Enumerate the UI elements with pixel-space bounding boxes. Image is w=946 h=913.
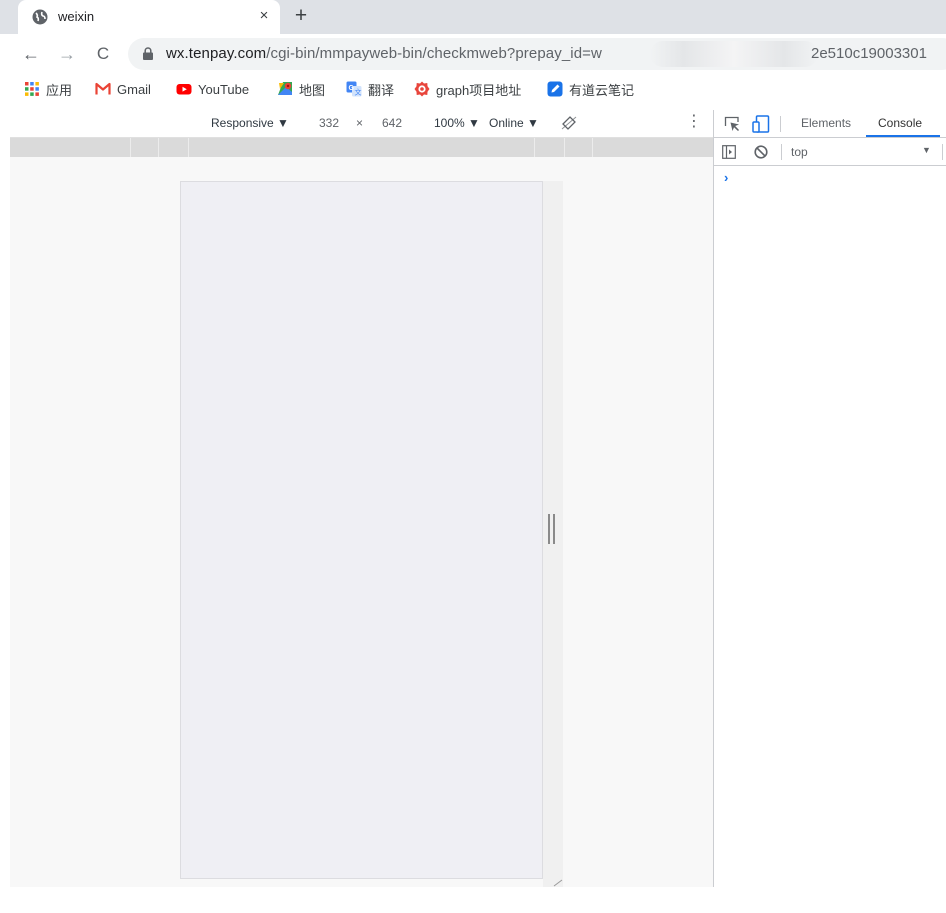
reload-button[interactable]: C	[92, 42, 114, 66]
rotate-icon[interactable]	[561, 115, 577, 131]
lock-icon[interactable]	[142, 47, 154, 60]
resize-handle[interactable]	[548, 514, 555, 544]
javascript-context-select[interactable]: top	[791, 145, 808, 159]
devtools-panel: Elements Console top ▼ ›	[713, 110, 946, 887]
ruler-segment[interactable]	[534, 138, 535, 157]
back-button[interactable]: ←	[20, 42, 42, 66]
tab-strip: weixin × +	[0, 0, 946, 34]
device-select[interactable]: Responsive ▼	[211, 116, 289, 130]
bookmark-translate[interactable]: G 文 翻译	[346, 80, 394, 98]
ruler-segment[interactable]	[592, 138, 593, 157]
bookmark-label: graph项目地址	[436, 82, 522, 98]
toolbar-separator	[780, 116, 781, 132]
bookmark-graph[interactable]: graph项目地址	[414, 80, 521, 98]
translate-icon: G 文	[346, 81, 362, 97]
forward-button[interactable]: →	[56, 42, 78, 66]
url-host: wx.tenpay.com	[166, 45, 267, 62]
dimension-separator: ×	[356, 116, 364, 130]
gmail-icon	[95, 82, 111, 95]
chevron-down-icon[interactable]: ▼	[922, 145, 931, 155]
bookmark-apps[interactable]: 应用	[24, 80, 72, 98]
bookmark-youdao-note[interactable]: 有道云笔记	[547, 80, 634, 98]
more-options-icon[interactable]: ⋮	[686, 113, 702, 131]
bookmark-label: 地图	[299, 82, 326, 98]
globe-icon	[32, 9, 48, 25]
console-toolbar: top ▼	[714, 138, 946, 166]
url-tail: 2e510c19003301	[811, 45, 927, 62]
active-tab-indicator	[866, 135, 940, 137]
new-tab-button[interactable]: +	[290, 4, 312, 28]
bookmark-label: 有道云笔记	[569, 82, 635, 98]
tab-elements[interactable]: Elements	[801, 116, 851, 130]
browser-toolbar: ← → C wx.tenpay.com/cgi-bin/mmpayweb-bin…	[0, 34, 946, 74]
console-prompt[interactable]: ›	[724, 170, 728, 185]
address-bar[interactable]: wx.tenpay.com/cgi-bin/mmpayweb-bin/check…	[128, 38, 946, 70]
devtools-tabbar: Elements Console	[714, 110, 946, 138]
redacted-url-segment	[650, 41, 818, 67]
toolbar-separator	[942, 144, 943, 160]
tab-title: weixin	[58, 9, 95, 24]
bookmarks-bar: 应用 Gmail YouTube 地图 G 文 翻译 graph项目地址 有道云…	[0, 74, 946, 104]
clear-console-icon[interactable]	[754, 145, 768, 159]
svg-text:文: 文	[355, 88, 362, 97]
browser-tab[interactable]: weixin ×	[18, 0, 280, 34]
bookmark-gmail[interactable]: Gmail	[95, 80, 151, 98]
ruler-segment[interactable]	[188, 138, 189, 157]
youdao-note-icon	[547, 81, 563, 97]
toolbar-separator	[781, 144, 782, 160]
youtube-icon	[176, 84, 192, 95]
media-query-ruler	[10, 138, 713, 157]
ruler-segment[interactable]	[158, 138, 159, 157]
bookmark-youtube[interactable]: YouTube	[176, 80, 249, 98]
apps-grid-icon	[25, 82, 39, 96]
url-path: /cgi-bin/mmpayweb-bin/checkmweb?prepay_i…	[266, 45, 602, 62]
viewport-width-input[interactable]: 332	[319, 116, 339, 130]
corner-resize-icon[interactable]	[553, 879, 563, 887]
bookmark-label: Gmail	[117, 81, 151, 97]
network-throttle-select[interactable]: Online ▼	[489, 116, 539, 130]
graph-icon	[414, 81, 430, 97]
viewport-height-input[interactable]: 642	[382, 116, 402, 130]
device-toolbar-toggle-icon[interactable]	[752, 115, 770, 133]
url-text: wx.tenpay.com/cgi-bin/mmpayweb-bin/check…	[166, 45, 602, 62]
bookmark-label: YouTube	[198, 81, 250, 97]
bookmark-label: 翻译	[368, 82, 395, 98]
close-tab-icon[interactable]: ×	[254, 6, 274, 26]
ruler-segment[interactable]	[130, 138, 131, 157]
ruler-segment[interactable]	[564, 138, 565, 157]
bookmark-label: 应用	[46, 82, 73, 98]
zoom-select[interactable]: 100% ▼	[434, 116, 480, 130]
emulated-page-viewport[interactable]	[180, 181, 543, 879]
maps-icon	[278, 82, 292, 95]
tab-console[interactable]: Console	[878, 116, 922, 130]
bookmark-maps[interactable]: 地图	[277, 80, 325, 98]
show-console-sidebar-icon[interactable]	[722, 145, 736, 159]
device-emulation-area	[10, 157, 713, 887]
device-toolbar: Responsive ▼ 332 × 642 100% ▼ Online ▼ ⋮	[10, 110, 713, 138]
inspect-element-icon[interactable]	[724, 116, 740, 132]
